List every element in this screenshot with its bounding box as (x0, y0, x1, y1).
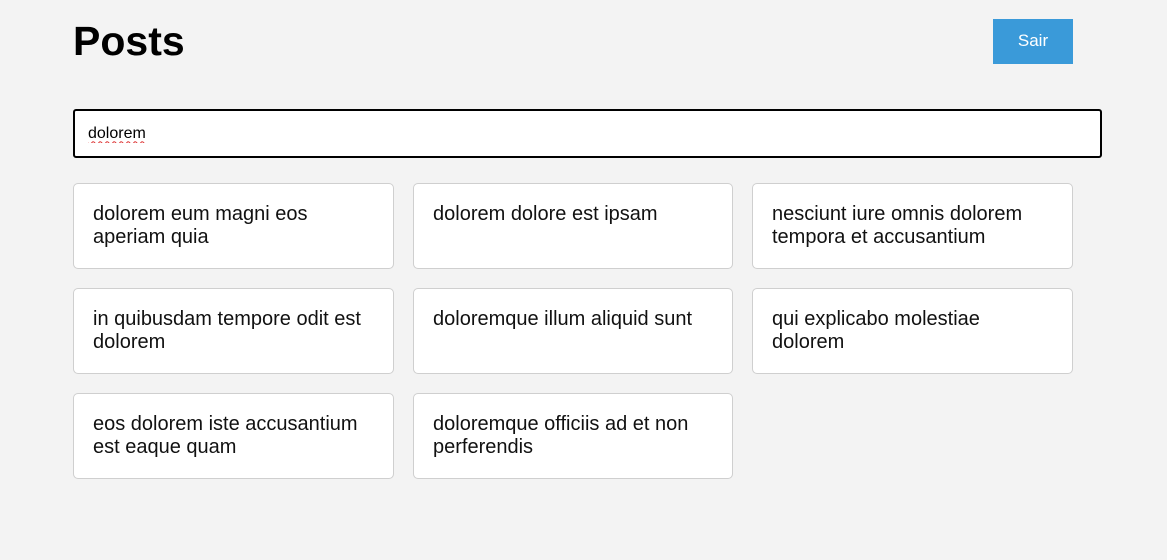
post-card[interactable]: doloremque illum aliquid sunt (413, 288, 733, 374)
post-card[interactable]: doloremque officiis ad et non perferendi… (413, 393, 733, 479)
post-title: dolorem eum magni eos aperiam quia (93, 203, 308, 248)
post-card[interactable]: qui explicabo molestiae dolorem (752, 288, 1073, 374)
post-card[interactable]: eos dolorem iste accusantium est eaque q… (73, 393, 394, 479)
search-input[interactable] (73, 109, 1102, 158)
post-title: qui explicabo molestiae dolorem (772, 308, 980, 353)
posts-page: Posts Sair dolorem eum magni eos aperiam… (0, 0, 1167, 560)
post-card[interactable]: dolorem eum magni eos aperiam quia (73, 183, 394, 269)
post-title: doloremque illum aliquid sunt (433, 308, 693, 330)
post-title: dolorem dolore est ipsam (433, 203, 658, 225)
post-card[interactable]: nesciunt iure omnis dolorem tempora et a… (752, 183, 1073, 269)
post-list: dolorem eum magni eos aperiam quia dolor… (73, 183, 1073, 479)
post-card[interactable]: dolorem dolore est ipsam (413, 183, 733, 269)
page-title: Posts (73, 18, 185, 64)
logout-button[interactable]: Sair (993, 19, 1073, 64)
post-title: eos dolorem iste accusantium est eaque q… (93, 413, 358, 458)
post-card[interactable]: in quibusdam tempore odit est dolorem (73, 288, 394, 374)
post-title: in quibusdam tempore odit est dolorem (93, 308, 361, 353)
post-title: doloremque officiis ad et non perferendi… (433, 413, 689, 458)
post-title: nesciunt iure omnis dolorem tempora et a… (772, 203, 1023, 248)
